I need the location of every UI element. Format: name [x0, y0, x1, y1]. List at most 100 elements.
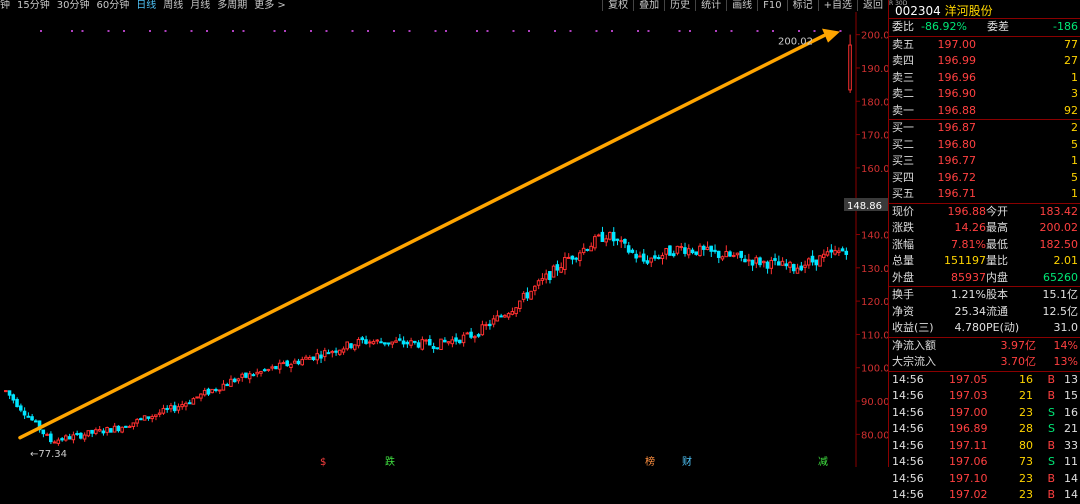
candle-body: [386, 342, 391, 345]
stat-value: 65260: [1043, 270, 1078, 284]
candle-body: [424, 339, 428, 342]
stat-value: 183.42: [1039, 204, 1079, 218]
candle-body: [412, 340, 417, 343]
candle-body: [686, 248, 691, 256]
toolbar-button-3[interactable]: 统计: [695, 0, 726, 11]
ask-row: 卖三 196.96 1: [889, 70, 1080, 87]
stat-label: 量比: [986, 254, 1008, 267]
candle-body: [570, 255, 575, 260]
tick-price: 196.89: [949, 422, 988, 435]
candle-body: [281, 362, 286, 365]
stat-value: 85937: [951, 270, 986, 284]
fund-value: 31.0: [1053, 321, 1079, 334]
toolbar-button-8[interactable]: 返回: [857, 0, 888, 11]
candle-body: [818, 255, 822, 267]
candle-body: [514, 307, 518, 315]
candle-body: [274, 365, 278, 370]
timeframe-tab-3[interactable]: 60分钟: [96, 0, 129, 11]
signal-dot: [569, 30, 572, 32]
candle-body: [435, 347, 440, 350]
candle-body: [232, 378, 237, 383]
stock-code: 002304: [895, 4, 941, 18]
bid-book: 买一 196.87 2 买二 196.80 5 买三 196.77 1 买四 196.72 5 买五 19…: [889, 120, 1080, 204]
signal-dot: [678, 30, 681, 32]
stat-row: 涨幅 7.81% 最低 182.50: [889, 237, 1080, 254]
timeframe-tab-2[interactable]: 30分钟: [57, 0, 90, 11]
tick-price: 197.10: [949, 471, 988, 485]
timeframe-tab-7[interactable]: 多周期: [217, 0, 247, 11]
signal-dot: [242, 30, 245, 32]
candle-body: [154, 414, 158, 417]
signal-dot: [772, 30, 774, 32]
candle-body: [458, 339, 462, 344]
candle-body: [94, 429, 98, 434]
candle-body: [34, 420, 38, 423]
signal-dot: [284, 30, 286, 32]
flow-row: 净流入额 3.97亿 14%: [889, 338, 1080, 355]
fund-label: 股本: [986, 288, 1008, 301]
signal-dot: [647, 30, 650, 32]
candle-body: [150, 416, 154, 420]
fund-label: 流通: [986, 304, 1008, 318]
tick-side: S: [1048, 405, 1055, 419]
tick-time: 14:56: [892, 372, 924, 386]
candle-body: [382, 342, 387, 345]
candle-body: [30, 416, 34, 421]
candle-body: [172, 405, 177, 412]
stat-label: 现价: [892, 204, 914, 218]
candle-body: [296, 360, 301, 365]
candle-body: [285, 360, 289, 367]
toolbar-button-1[interactable]: 叠加: [633, 0, 664, 11]
candle-body: [548, 271, 552, 281]
candle-body: [266, 368, 271, 371]
candle-body: [255, 371, 259, 375]
tick-side: B: [1047, 372, 1055, 386]
timeframe-tab-0[interactable]: 钟: [0, 0, 10, 11]
candle-body: [743, 258, 747, 263]
flow-percent: 13%: [1053, 355, 1078, 368]
candle-body: [540, 278, 545, 281]
candle-body: [720, 256, 725, 260]
low-price-label: ←77.34: [30, 449, 67, 460]
stat-label: 内盘: [986, 270, 1008, 284]
timeframe-tab-5[interactable]: 周线: [163, 0, 183, 11]
candle-body: [649, 257, 653, 263]
toolbar-button-7[interactable]: +自选: [817, 0, 857, 11]
event-marker: 榜: [645, 455, 655, 467]
tick-count: 11: [1064, 455, 1078, 468]
candle-body: [765, 261, 770, 269]
candle-body: [15, 398, 19, 408]
candle-body: [11, 394, 16, 401]
ask-label: 卖二: [892, 87, 914, 100]
fund-value: 25.34: [954, 304, 987, 318]
candle-body: [127, 425, 132, 428]
candle-body: [262, 369, 267, 372]
flow-value: 3.97亿: [1000, 338, 1037, 352]
weicha-value: -186: [1053, 20, 1078, 33]
stock-code-name[interactable]: 002304 洋河股份: [895, 2, 993, 19]
bid-price: 196.87: [937, 121, 977, 134]
toolbar-button-4[interactable]: 画线: [726, 0, 757, 11]
ask-row: 卖二 196.90 3: [889, 86, 1080, 103]
y-tick-label: 200.0: [861, 31, 888, 42]
candle-body: [585, 248, 590, 251]
candle-body: [529, 290, 533, 300]
candle-body: [390, 341, 395, 345]
candlestick-chart[interactable]: 200.0190.0180.0170.0160.0150.0140.0130.0…: [0, 12, 888, 467]
toolbar-button-5[interactable]: F10: [757, 0, 786, 11]
stock-name: 洋河股份: [944, 4, 993, 18]
toolbar-button-6[interactable]: 标记: [786, 0, 818, 11]
candle-body: [397, 338, 402, 341]
signal-dot: [123, 30, 125, 32]
candle-body: [326, 352, 331, 355]
timeframe-tab-4[interactable]: 日线: [136, 0, 156, 11]
toolbar-button-0[interactable]: 复权: [602, 0, 633, 11]
fund-label: 净资: [892, 304, 914, 318]
timeframe-tab-8[interactable]: 更多 >: [254, 0, 286, 11]
candle-body: [165, 407, 169, 410]
timeframe-tab-6[interactable]: 月线: [190, 0, 210, 11]
timeframe-tab-1[interactable]: 15分钟: [17, 0, 50, 11]
candle-body: [724, 250, 728, 258]
toolbar-button-2[interactable]: 历史: [664, 0, 695, 11]
candle-body: [473, 336, 477, 339]
